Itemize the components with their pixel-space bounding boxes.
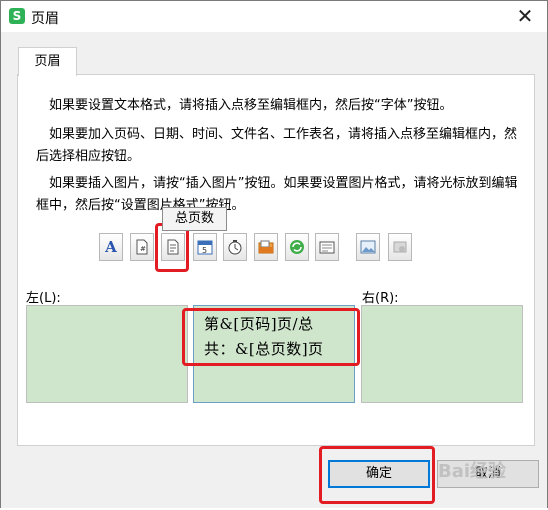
date-icon: 5	[197, 240, 213, 255]
dialog-title: 页眉	[31, 11, 59, 27]
right-section-editbox[interactable]	[361, 305, 523, 403]
file-path-icon	[258, 240, 274, 254]
wps-logo-icon: S	[9, 8, 25, 24]
file-path-button[interactable]	[254, 233, 278, 261]
format-picture-button[interactable]	[388, 233, 412, 261]
font-button[interactable]: A	[99, 233, 123, 261]
left-section-label: 左(L):	[26, 291, 61, 306]
tab-header[interactable]: 页眉	[18, 47, 77, 76]
sheet-name-icon	[319, 241, 335, 254]
instruction-font: 如果要设置文本格式，请将插入点移至编辑框内，然后按“字体”按钮。	[49, 98, 453, 113]
insert-picture-icon	[360, 240, 376, 254]
page-header-dialog: S 页眉 ✕ 页眉 如果要设置文本格式，请将插入点移至编辑框内，然后按“字体”按…	[0, 0, 548, 510]
page-number-icon: #	[136, 239, 148, 255]
filename-button[interactable]	[285, 233, 309, 261]
insert-picture-button[interactable]	[356, 233, 380, 261]
left-section-editbox[interactable]	[26, 305, 188, 403]
highlight-center-text	[182, 308, 360, 366]
instruction-picture: 如果要插入图片，请按“插入图片”按钮。如果要设置图片格式，请将光标放到编辑框中，…	[36, 176, 518, 213]
page-number-button[interactable]: #	[130, 233, 154, 261]
close-button[interactable]: ✕	[503, 1, 547, 32]
svg-text:5: 5	[202, 246, 207, 255]
filename-icon	[290, 240, 304, 254]
svg-text:#: #	[140, 245, 146, 253]
date-button[interactable]: 5	[193, 233, 217, 261]
watermark: Bai经验	[438, 461, 507, 482]
tab-panel: 如果要设置文本格式，请将插入点移至编辑框内，然后按“字体”按钮。 如果要加入页码…	[17, 74, 535, 446]
title-bar: S 页眉 ✕	[1, 1, 547, 32]
sheet-name-button[interactable]	[315, 233, 339, 261]
time-button[interactable]	[223, 233, 247, 261]
instruction-fields: 如果要加入页码、日期、时间、文件名、工作表名，请将插入点移至编辑框内，然后选择相…	[36, 127, 518, 164]
highlight-ok-button	[319, 446, 435, 504]
format-picture-icon	[393, 241, 407, 253]
time-icon	[228, 240, 242, 255]
font-icon: A	[105, 238, 117, 256]
tooltip: 总页数	[162, 207, 227, 231]
right-section-label: 右(R):	[362, 291, 399, 306]
